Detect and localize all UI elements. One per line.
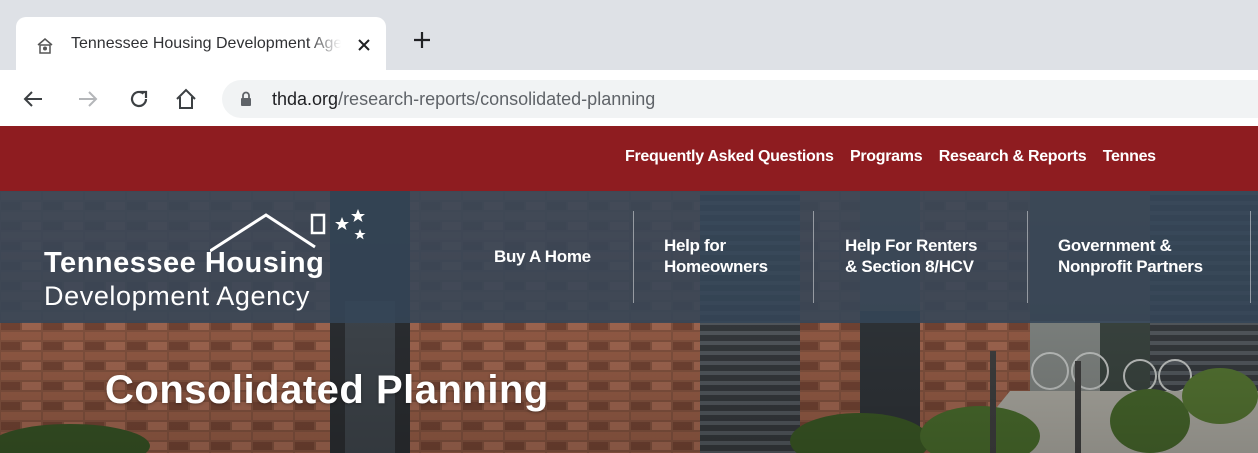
forward-arrow-icon[interactable] (77, 88, 99, 110)
browser-toolbar: thda.org/research-reports/consolidated-p… (0, 70, 1258, 126)
nav-divider (1027, 211, 1028, 303)
thda-logo[interactable]: Tennessee Housing Development Agency (44, 207, 384, 313)
utility-link-programs[interactable]: Programs (850, 148, 923, 165)
nav-help-for-homeowners[interactable]: Help for Homeowners (664, 235, 768, 277)
utility-nav: Frequently Asked Questions Programs Rese… (625, 148, 1168, 166)
nav-help-for-homeowners-line1: Help for (664, 236, 726, 255)
url-path: /research-reports/consolidated-planning (338, 89, 656, 109)
utility-link-tennessee[interactable]: Tennes (1103, 148, 1156, 165)
nav-government-nonprofit-partners[interactable]: Government & Nonprofit Partners (1058, 235, 1203, 277)
logo-text-line1: Tennessee Housing (44, 247, 325, 279)
home-icon[interactable] (175, 88, 197, 110)
browser-tab-strip: Tennessee Housing Development Agency (0, 0, 1258, 70)
utility-link-faq[interactable]: Frequently Asked Questions (625, 148, 834, 165)
nav-buy-a-home[interactable]: Buy A Home (494, 246, 591, 267)
logo-text-line2: Development Agency (44, 281, 310, 311)
utility-link-research-reports[interactable]: Research & Reports (939, 148, 1087, 165)
nav-government-partners-line2: Nonprofit Partners (1058, 257, 1203, 276)
nav-government-partners-line1: Government & (1058, 236, 1172, 255)
page-title: Consolidated Planning (105, 368, 549, 412)
main-nav-bar: Tennessee Housing Development Agency Buy… (0, 191, 1258, 323)
nav-divider (813, 211, 814, 303)
url-host: thda.org (272, 89, 339, 109)
hero-banner: Tennessee Housing Development Agency Buy… (0, 191, 1258, 453)
nav-divider (1250, 211, 1251, 303)
browser-tab[interactable]: Tennessee Housing Development Agency (16, 17, 386, 70)
back-arrow-icon[interactable] (22, 88, 44, 110)
address-bar[interactable]: thda.org/research-reports/consolidated-p… (222, 80, 1258, 118)
close-tab-icon[interactable] (355, 36, 373, 54)
tab-title: Tennessee Housing Development Agency (71, 35, 341, 52)
nav-help-for-renters-line1: Help For Renters (845, 236, 978, 255)
lock-icon (241, 91, 251, 106)
nav-help-for-renters[interactable]: Help For Renters & Section 8/HCV (845, 235, 977, 277)
nav-help-for-homeowners-line2: Homeowners (664, 257, 768, 276)
nav-help-for-renters-line2: & Section 8/HCV (845, 257, 974, 276)
new-tab-icon[interactable] (413, 31, 431, 49)
url-text: thda.org/research-reports/consolidated-p… (272, 89, 655, 110)
site-favicon-icon (37, 38, 53, 54)
nav-divider (633, 211, 634, 303)
utility-nav-bar: Frequently Asked Questions Programs Rese… (0, 126, 1258, 191)
reload-icon[interactable] (128, 88, 150, 110)
